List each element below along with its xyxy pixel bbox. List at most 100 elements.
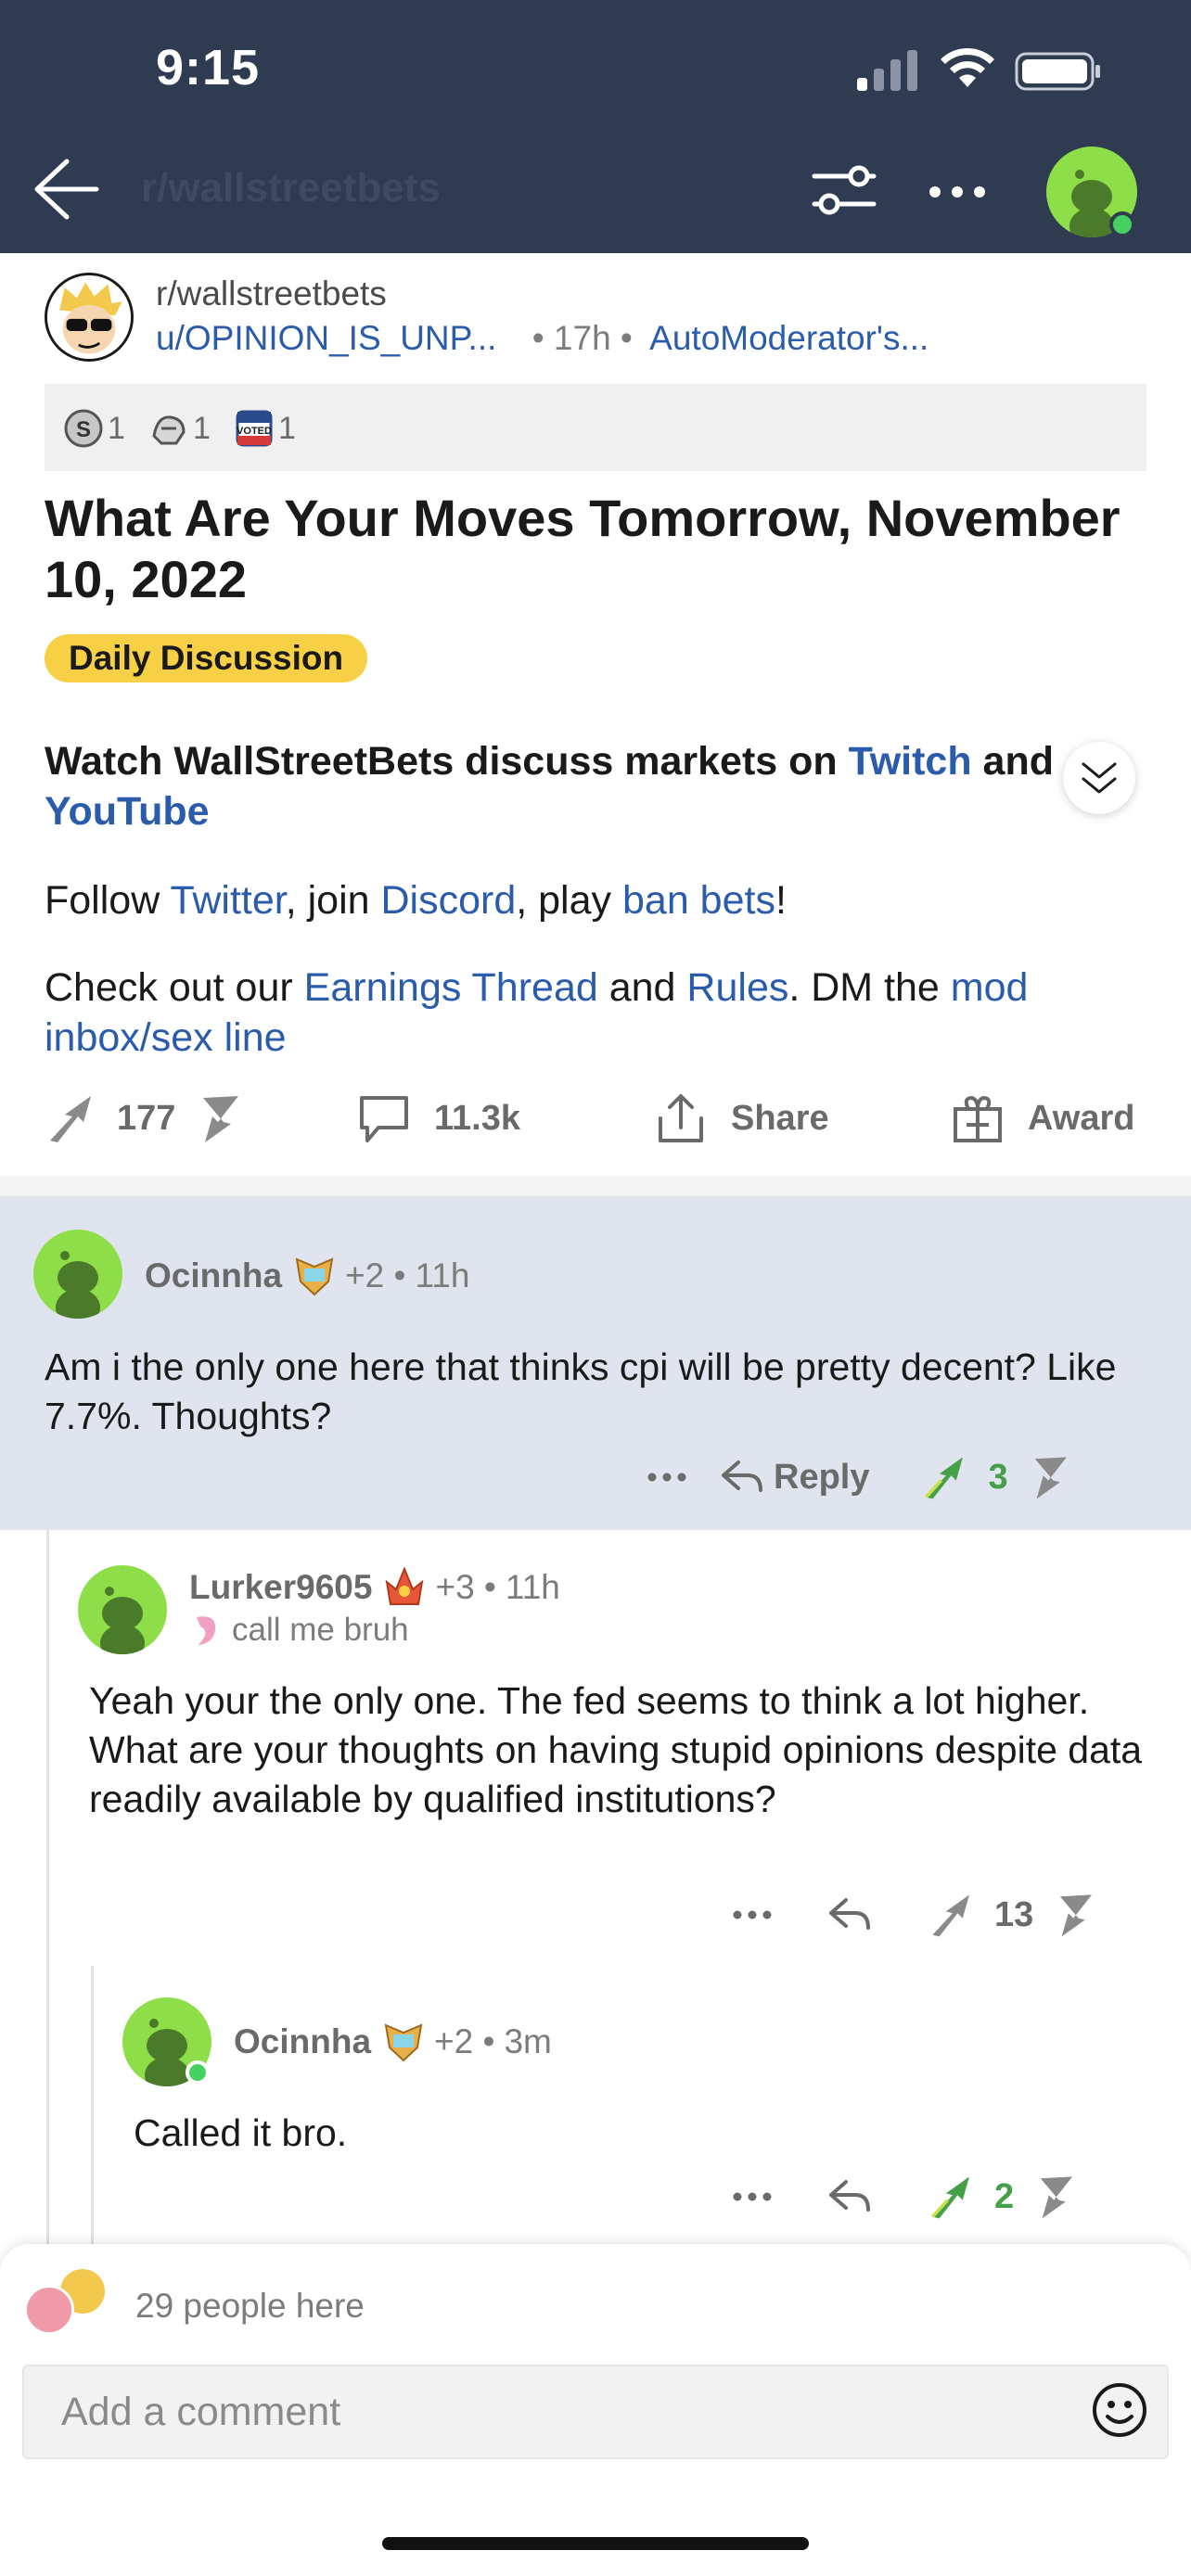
post-author[interactable]: u/OPINION_IS_UNP... (156, 319, 496, 357)
subreddit-avatar[interactable] (45, 273, 134, 362)
body-text: Follow (45, 878, 171, 923)
wifi-icon (941, 47, 994, 87)
comment-age: 11h (415, 1256, 470, 1294)
downvote-icon[interactable] (1050, 1890, 1100, 1940)
svg-text:S: S (76, 417, 91, 442)
comment-age: 11h (505, 1568, 560, 1606)
post-author-flair: AutoModerator's... (649, 319, 929, 357)
post-subreddit[interactable]: r/wallstreetbets (156, 274, 387, 313)
comment-username[interactable]: Ocinnha (145, 1256, 282, 1295)
post-vote-group: 177 (45, 1090, 248, 1146)
nav-subreddit-title[interactable]: r/wallstreetbets (141, 165, 441, 211)
downvote-icon[interactable] (192, 1090, 248, 1146)
award-button[interactable]: Award (950, 1090, 1134, 1146)
comment-username[interactable]: Ocinnha (234, 2022, 371, 2061)
comment-username[interactable]: Lurker9605 (189, 1568, 372, 1607)
helpful-award-icon (152, 415, 186, 445)
twitch-link[interactable]: Twitch (849, 739, 972, 784)
battery-icon (1015, 52, 1100, 91)
upvote-active-icon[interactable] (928, 2172, 978, 2222)
more-dots-icon[interactable] (733, 2191, 772, 2202)
double-chevron-down-icon (1082, 762, 1117, 794)
reply-arrow-icon[interactable] (720, 1457, 764, 1498)
earnings-thread-link[interactable]: Earnings Thread (304, 965, 598, 1010)
comment-text: Am i the only one here that thinks cpi w… (45, 1345, 1117, 1437)
comment-actions: 13 (733, 1890, 1100, 1940)
body-text: ! (775, 878, 787, 923)
voted-award-icon: VOTED (236, 410, 273, 447)
post-flair[interactable]: Daily Discussion (45, 634, 368, 682)
twitter-link[interactable]: Twitter (170, 878, 285, 923)
award-silver[interactable]: S 1 (63, 408, 125, 449)
top-bar (0, 0, 1191, 253)
downvote-icon[interactable] (1031, 2172, 1081, 2222)
body-text: . DM the (788, 965, 951, 1010)
share-button[interactable]: Share (653, 1090, 829, 1146)
award-helpful-count: 1 (193, 410, 211, 446)
more-dots-icon[interactable] (733, 1909, 772, 1920)
online-user-avatar (24, 2285, 74, 2335)
user-flair-icon (384, 2023, 423, 2062)
post-age: • 17h • (531, 319, 633, 357)
comment-karma: +2 • (434, 2022, 495, 2060)
people-here-count[interactable]: 29 people here (135, 2287, 365, 2326)
comment-text: Called it bro. (134, 2111, 348, 2154)
comment-score: 2 (994, 2176, 1015, 2216)
ban-bets-link[interactable]: ban bets (622, 878, 775, 923)
more-dots-icon[interactable] (928, 182, 987, 202)
comment-actions: 2 (733, 2172, 1081, 2222)
comment-header: Ocinnha +2 • 3m (234, 2020, 552, 2064)
body-text: Check out our (45, 965, 304, 1010)
comment-karma: +2 • (345, 1256, 406, 1294)
youtube-link[interactable]: YouTube (45, 789, 210, 834)
upvote-icon[interactable] (928, 1890, 978, 1940)
comment-header: Lurker9605 +3 • 11h (189, 1565, 560, 1610)
reply-label[interactable]: Reply (774, 1458, 869, 1498)
share-label: Share (731, 1098, 829, 1138)
discord-link[interactable]: Discord (380, 878, 516, 923)
svg-text:VOTED: VOTED (237, 426, 272, 437)
wsb-mascot-icon (47, 275, 131, 359)
online-status-dot (1109, 211, 1135, 237)
upvote-icon[interactable] (45, 1090, 100, 1146)
comments-button[interactable]: 11.3k (356, 1090, 520, 1146)
comment-avatar[interactable] (33, 1230, 122, 1319)
comment-avatar[interactable] (78, 1565, 167, 1654)
more-dots-icon[interactable] (647, 1472, 686, 1483)
award-helpful[interactable]: 1 (148, 408, 211, 449)
snoo-avatar-icon (56, 1251, 100, 1319)
award-voted[interactable]: VOTED 1 (234, 408, 296, 449)
comment-karma: +3 • (435, 1568, 496, 1606)
reply-arrow-icon[interactable] (827, 1894, 872, 1935)
share-icon (659, 1094, 703, 1142)
back-arrow-icon[interactable] (30, 154, 100, 224)
shrimp-flair-icon (197, 1616, 216, 1645)
section-divider (0, 1176, 1191, 1196)
comment-score: 13 (994, 1894, 1034, 1934)
thread-line[interactable] (46, 1530, 49, 2244)
comment-age: 3m (504, 2022, 552, 2060)
rules-link[interactable]: Rules (686, 965, 788, 1010)
reply-arrow-icon[interactable] (827, 2176, 872, 2217)
sort-filter-icon[interactable] (811, 163, 877, 219)
thread-line[interactable] (91, 1966, 94, 2244)
user-flair-icon (295, 1257, 334, 1296)
cellular-signal-icon (857, 50, 917, 91)
body-text: , play (516, 878, 622, 923)
awards-bar[interactable]: S 1 1 VOTED 1 (45, 384, 1146, 471)
emoji-icon[interactable] (1091, 2381, 1148, 2439)
home-indicator (382, 2537, 809, 2550)
gift-icon (954, 1095, 1002, 1142)
add-comment-input[interactable]: Add a comment (22, 2365, 1169, 2459)
post-body-paragraph-3: Check out our Earnings Thread and Rules.… (45, 963, 1148, 1063)
comment-count: 11.3k (434, 1098, 520, 1138)
post-action-bar: 177 11.3k Share Award (0, 1081, 1191, 1167)
upvote-active-icon[interactable] (921, 1452, 971, 1502)
body-text: and (597, 965, 687, 1010)
downvote-icon[interactable] (1025, 1452, 1075, 1502)
status-time: 9:15 (156, 40, 261, 96)
award-voted-count: 1 (278, 410, 296, 446)
post-title[interactable]: What Are Your Moves Tomorrow, November 1… (45, 488, 1148, 610)
collapse-button[interactable] (1063, 742, 1135, 814)
comment-text: Yeah your the only one. The fed seems to… (89, 1679, 1143, 1820)
